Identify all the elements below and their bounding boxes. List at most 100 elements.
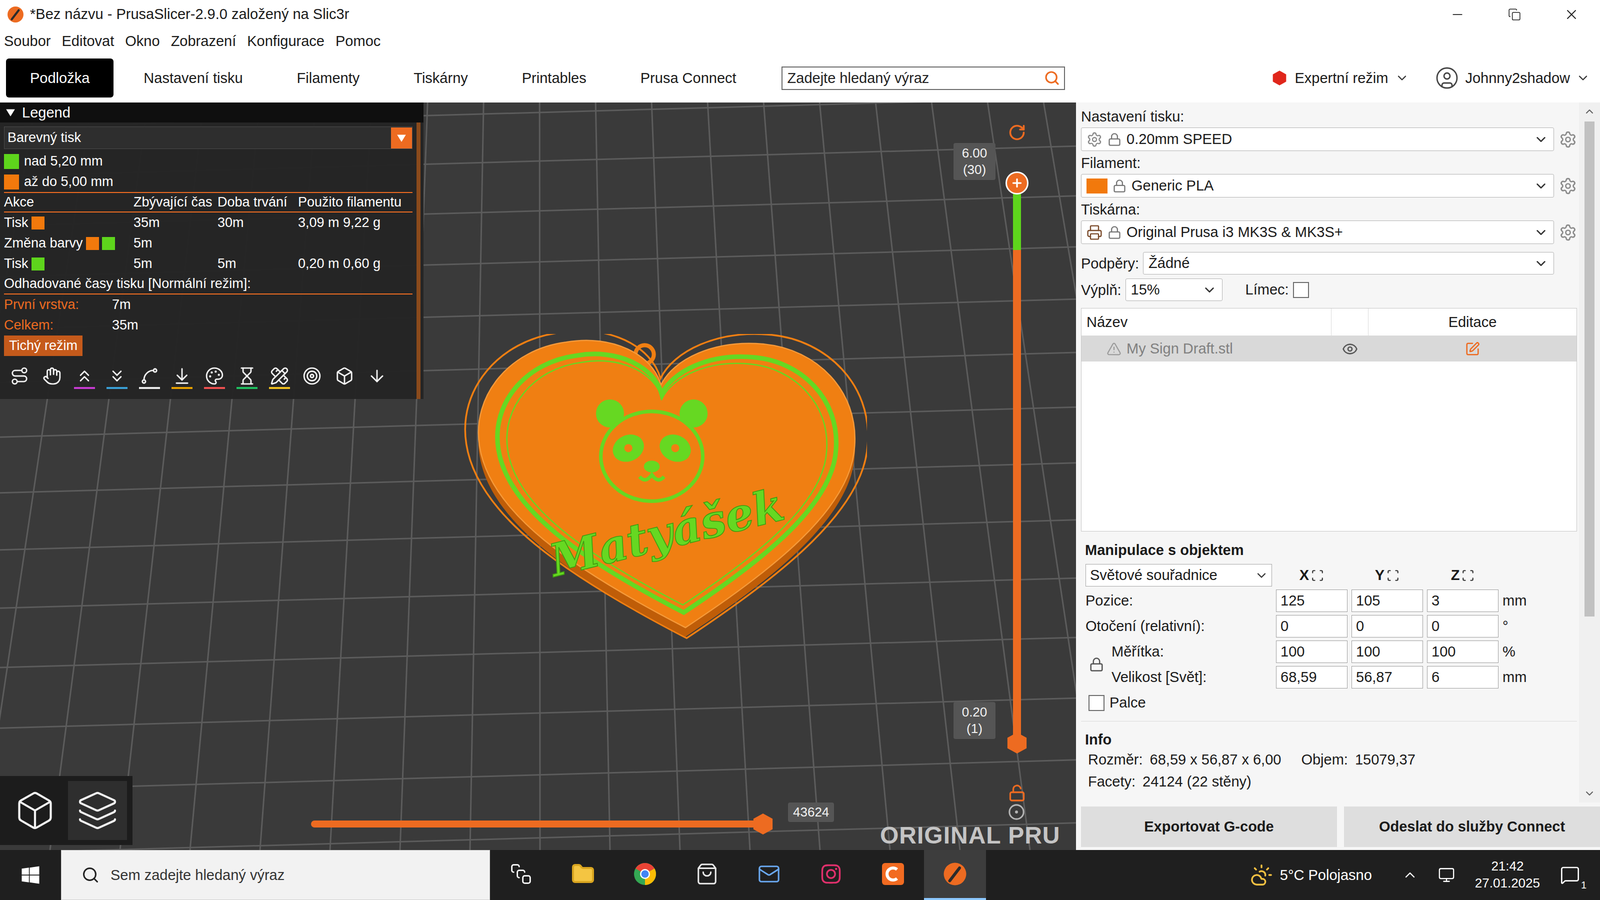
- preset-combo[interactable]: Original Prusa i3 MK3S & MK3S+: [1081, 220, 1554, 244]
- view-button[interactable]: [5, 781, 65, 840]
- taskbar-app[interactable]: [614, 850, 676, 900]
- view-button[interactable]: [68, 781, 127, 840]
- inches-checkbox[interactable]: [1088, 695, 1105, 711]
- number-field[interactable]: 105: [1351, 589, 1423, 612]
- taskbar-app[interactable]: [800, 850, 862, 900]
- legend-tool-button[interactable]: [36, 363, 68, 392]
- number-field[interactable]: 100: [1351, 640, 1423, 663]
- move-thumb[interactable]: [751, 812, 775, 836]
- taskbar-search[interactable]: Sem zadejte hledaný výraz: [61, 850, 490, 900]
- number-field[interactable]: 68,59: [1276, 666, 1348, 689]
- legend-tool-button[interactable]: [166, 363, 198, 392]
- clock[interactable]: 21:4227.01.2025: [1475, 858, 1540, 892]
- dropdown-button[interactable]: [391, 127, 412, 149]
- send-to-connect-button[interactable]: Odeslat do služby Connect: [1344, 806, 1600, 847]
- menu-item[interactable]: Okno: [125, 33, 160, 50]
- taskbar-app[interactable]: [924, 850, 986, 900]
- legend-tool-button[interactable]: [134, 363, 165, 392]
- view-type-select[interactable]: Barevný tisk: [4, 126, 413, 149]
- legend-tool-button[interactable]: [101, 363, 133, 392]
- legend-tool-button[interactable]: [361, 363, 393, 392]
- scrollbar[interactable]: [1579, 102, 1600, 803]
- upper-thumb[interactable]: [1005, 171, 1029, 195]
- slider-settings-button[interactable]: [1008, 803, 1025, 821]
- legend-header[interactable]: Legend: [0, 102, 424, 123]
- start-button[interactable]: [0, 850, 61, 900]
- scroll-thumb[interactable]: [1584, 121, 1595, 617]
- tab[interactable]: Prusa Connect: [616, 58, 761, 98]
- eye-icon[interactable]: [1342, 341, 1358, 357]
- restore-button[interactable]: [1486, 0, 1543, 29]
- number-field[interactable]: 125: [1276, 589, 1348, 612]
- export-gcode-button[interactable]: Exportovat G-code: [1081, 806, 1337, 847]
- edit-icon[interactable]: [1465, 341, 1480, 357]
- scroll-down-icon[interactable]: [1583, 787, 1596, 800]
- tab[interactable]: Filamenty: [273, 58, 384, 98]
- scale-lock[interactable]: [1085, 657, 1108, 672]
- lower-thumb-icon[interactable]: [1005, 731, 1029, 755]
- reset-view-button[interactable]: [1008, 123, 1026, 142]
- tab[interactable]: Tiskárny: [389, 58, 492, 98]
- menu-item[interactable]: Editovat: [62, 33, 115, 50]
- axis-reset-icon[interactable]: [1311, 569, 1324, 582]
- user-name[interactable]: Johnny2shadow: [1465, 70, 1570, 87]
- edit-preset-icon[interactable]: [1559, 223, 1577, 242]
- axis-reset-icon[interactable]: [1461, 569, 1475, 582]
- taskbar-app[interactable]: [862, 850, 924, 900]
- menu-item[interactable]: Zobrazení: [171, 33, 237, 50]
- tray-overflow[interactable]: [1402, 867, 1418, 883]
- preset-combo[interactable]: 0.20mm SPEED: [1081, 127, 1554, 151]
- menu-item[interactable]: Soubor: [4, 33, 51, 50]
- edit-preset-icon[interactable]: [1559, 130, 1577, 149]
- number-field[interactable]: 0: [1351, 615, 1423, 638]
- mode-button[interactable]: Tichý režim: [4, 335, 83, 356]
- taskbar-app[interactable]: [676, 850, 738, 900]
- notifications-button[interactable]: 1: [1560, 865, 1590, 885]
- legend-tool-button[interactable]: [264, 363, 295, 392]
- collapse-icon[interactable]: [5, 107, 16, 118]
- model-preview[interactable]: Matyášek: [459, 334, 867, 650]
- number-field[interactable]: 6: [1427, 666, 1499, 689]
- close-button[interactable]: [1543, 0, 1600, 29]
- number-field[interactable]: 0: [1427, 615, 1499, 638]
- number-field[interactable]: 56,87: [1351, 666, 1423, 689]
- weather-widget[interactable]: 5°C Polojasno: [1250, 863, 1372, 887]
- slider-lock-button[interactable]: [1008, 784, 1026, 802]
- brim-checkbox[interactable]: [1293, 282, 1309, 298]
- tab[interactable]: Podložka: [6, 58, 114, 98]
- number-field[interactable]: 100: [1427, 640, 1499, 663]
- number-field[interactable]: 100: [1276, 640, 1348, 663]
- taskbar-app[interactable]: [738, 850, 800, 900]
- infill-select[interactable]: 15%: [1125, 278, 1223, 301]
- menu-item[interactable]: Pomoc: [335, 33, 381, 50]
- preset-combo[interactable]: Generic PLA: [1081, 174, 1554, 198]
- tab[interactable]: Printables: [498, 58, 611, 98]
- minimize-button[interactable]: [1429, 0, 1486, 29]
- legend-tool-button[interactable]: [296, 363, 328, 392]
- mode-selector[interactable]: Expertní režim: [1271, 70, 1409, 87]
- edit-preset-icon[interactable]: [1559, 177, 1577, 195]
- layer-slider-track[interactable]: [1013, 183, 1021, 743]
- 3d-viewport[interactable]: Matyášek6.00(30)0.20(1)43624ORIGINAL PRU…: [0, 102, 1076, 850]
- tab[interactable]: Nastavení tisku: [119, 58, 267, 98]
- number-field[interactable]: 3: [1427, 589, 1499, 612]
- collapse-icon[interactable]: [396, 132, 407, 144]
- object-row[interactable]: My Sign Draft.stl: [1081, 336, 1577, 362]
- number-field[interactable]: 0: [1276, 615, 1348, 638]
- scroll-up-icon[interactable]: [1583, 105, 1596, 118]
- taskbar-app[interactable]: [490, 850, 552, 900]
- legend-tool-button[interactable]: [4, 363, 35, 392]
- move-thumb-icon[interactable]: [751, 812, 775, 836]
- search-field[interactable]: Zadejte hledaný výraz: [781, 66, 1065, 90]
- legend-tool-button[interactable]: [199, 363, 230, 392]
- legend-tool-button[interactable]: [69, 363, 100, 392]
- menu-item[interactable]: Konfigurace: [247, 33, 325, 50]
- supports-select[interactable]: Žádné: [1143, 252, 1554, 275]
- move-slider-track[interactable]: [311, 820, 763, 828]
- lower-thumb[interactable]: [1005, 731, 1029, 755]
- taskbar-app[interactable]: [552, 850, 614, 900]
- legend-tool-button[interactable]: [329, 363, 360, 392]
- axis-reset-icon[interactable]: [1386, 569, 1400, 582]
- coordinates-select[interactable]: Světové souřadnice: [1085, 564, 1272, 587]
- legend-scrollbar[interactable]: [416, 122, 421, 399]
